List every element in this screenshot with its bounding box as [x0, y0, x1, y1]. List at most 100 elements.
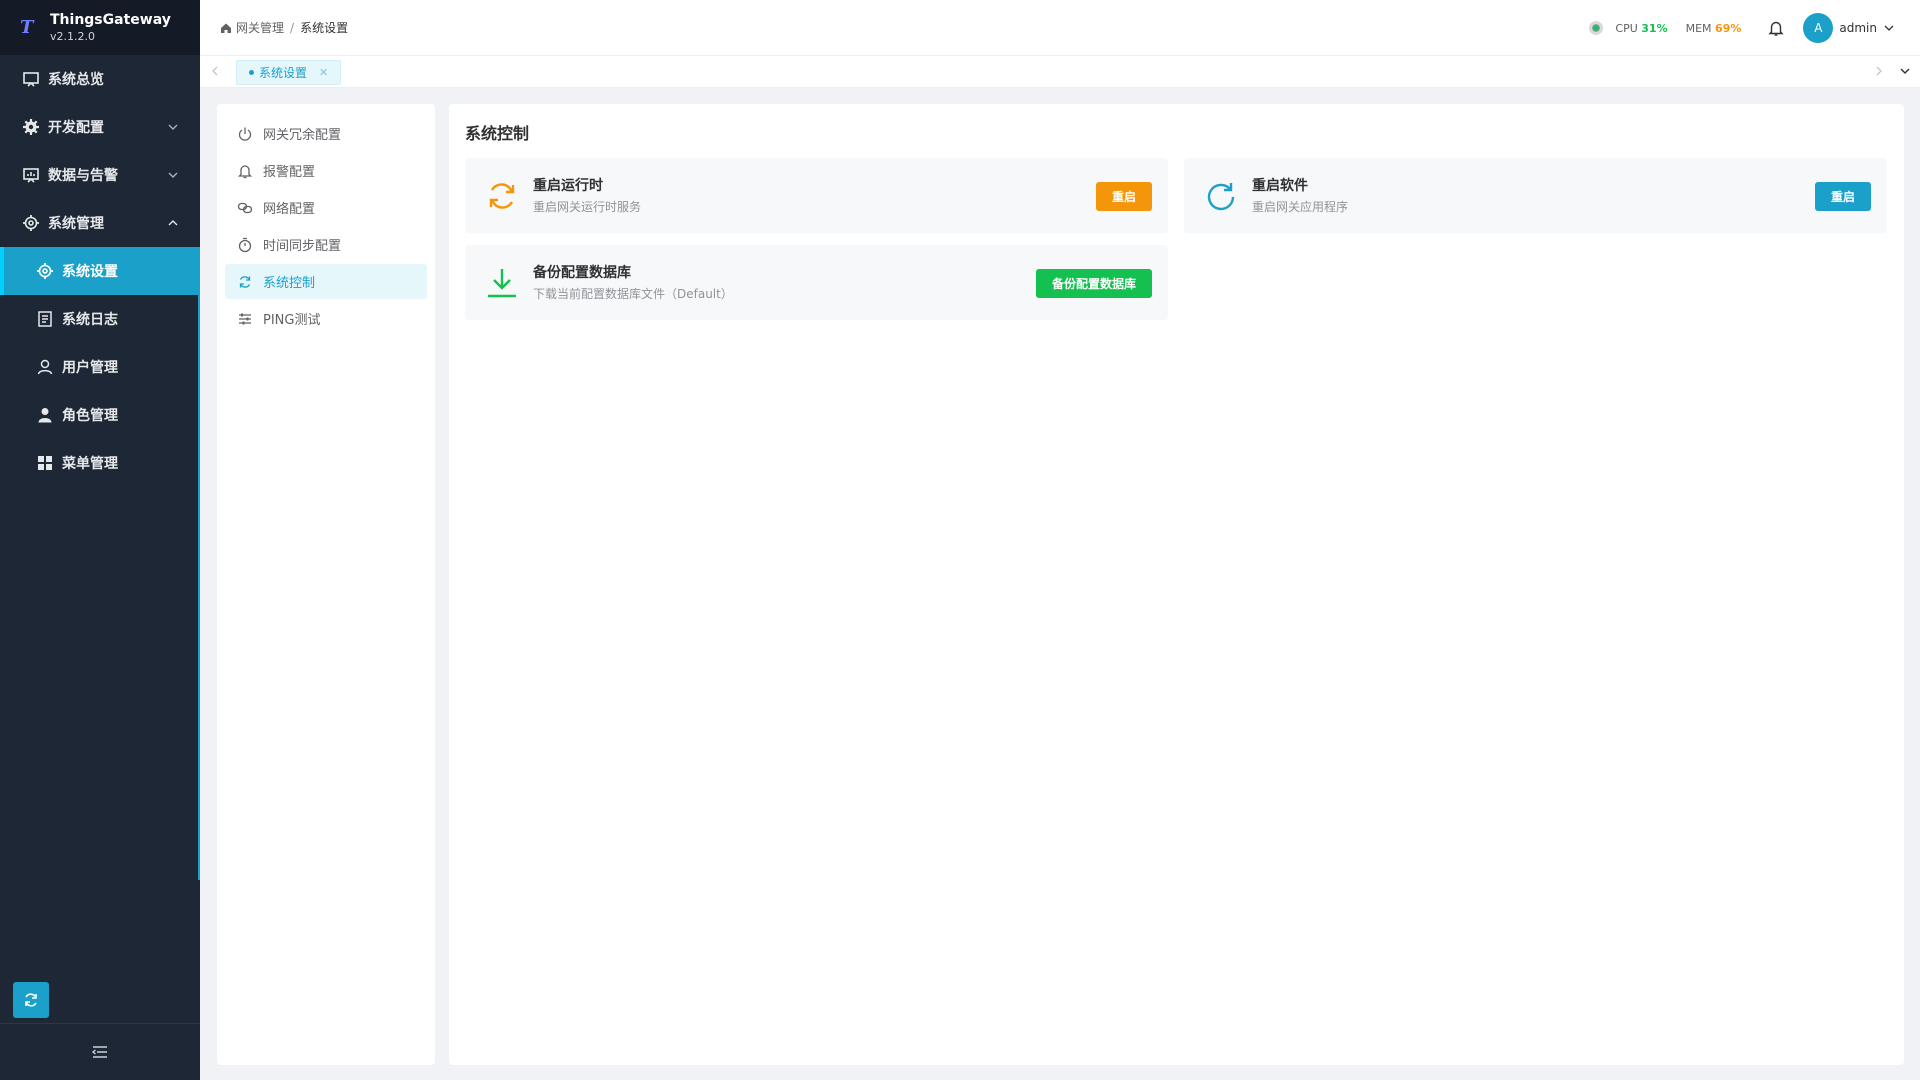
sidebar-item-user-admin[interactable]: 用户管理: [0, 343, 200, 391]
restart-software-button[interactable]: 重启: [1814, 182, 1871, 211]
person-icon: [36, 406, 54, 424]
panel-title: 系统控制: [465, 124, 530, 143]
sync-icon: [239, 275, 251, 288]
settings-nav-label: 网关冗余配置: [263, 128, 342, 143]
card-description: 重启网关运行时服务: [533, 199, 642, 214]
settings-nav-system-control[interactable]: 系统控制: [225, 264, 427, 299]
header-right: CPU 31% MEM 69% A admin: [1589, 0, 1895, 56]
sidebar-item-label: 开发配置: [48, 120, 104, 136]
restart-runtime-card: 重启运行时 重启网关运行时服务 重启: [465, 158, 1168, 233]
menu-fold-icon: [92, 1046, 107, 1058]
tab-bar: 系统设置 ✕: [200, 56, 1920, 88]
sidebar-item-dev-config[interactable]: 开发配置: [0, 103, 200, 151]
gear-icon: [36, 262, 54, 280]
sliders-icon: [239, 313, 251, 324]
sidebar-item-label: 系统日志: [62, 312, 118, 328]
sidebar-collapse-button[interactable]: [0, 1023, 200, 1080]
chevron-down-icon[interactable]: [1883, 22, 1895, 34]
sidebar-item-overview[interactable]: 系统总览: [0, 55, 200, 103]
settings-nav-network[interactable]: 网络配置: [225, 190, 427, 225]
settings-nav-label: 时间同步配置: [263, 239, 342, 254]
sidebar-item-role-admin[interactable]: 角色管理: [0, 391, 200, 439]
sidebar-item-menu-admin[interactable]: 菜单管理: [0, 439, 200, 487]
chevron-up-icon: [168, 220, 178, 226]
brand[interactable]: T ThingsGateway v2.1.2.0: [0, 0, 200, 55]
settings-nav-label: 网络配置: [263, 202, 316, 217]
sync-icon: [25, 993, 37, 1007]
sidebar-scrollbar[interactable]: [198, 285, 200, 880]
settings-nav-label: PING测试: [263, 313, 321, 328]
sync-icon: [489, 182, 515, 209]
chevron-down-icon: [168, 172, 178, 178]
close-icon[interactable]: ✕: [319, 66, 328, 79]
sidebar-item-label: 数据与告警: [48, 168, 118, 184]
sidebar-item-label: 系统总览: [48, 72, 104, 88]
tab-scroll-left-icon[interactable]: [208, 64, 222, 78]
home-icon: [221, 23, 231, 33]
breadcrumb-item[interactable]: 网关管理: [236, 19, 284, 36]
chevron-down-icon: [168, 124, 178, 130]
sidebar-menu: 系统总览 开发配置 数据与告警 系统管理 系统设置 系统日志 用户管理 角色管理…: [0, 55, 200, 487]
card-description: 重启网关应用程序: [1252, 199, 1349, 214]
sidebar-item-data-alarm[interactable]: 数据与告警: [0, 151, 200, 199]
mem-value: 69%: [1715, 21, 1742, 35]
sidebar-item-label: 系统管理: [48, 216, 104, 232]
mem-metric: MEM 69%: [1686, 22, 1742, 35]
avatar[interactable]: A: [1803, 13, 1834, 43]
sidebar: T ThingsGateway v2.1.2.0 系统总览 开发配置 数据与告警: [0, 0, 200, 1080]
tab-label: 系统设置: [259, 66, 308, 80]
log-icon: [36, 310, 54, 328]
settings-nav-alarm[interactable]: 报警配置: [225, 153, 427, 188]
settings-nav-redundancy[interactable]: 网关冗余配置: [225, 116, 427, 151]
gear-icon: [22, 214, 40, 232]
card-description: 下载当前配置数据库文件（Default）: [533, 286, 733, 301]
sidebar-item-system-log[interactable]: 系统日志: [0, 295, 200, 343]
settings-nav: 网关冗余配置 报警配置 网络配置 时间同步配置 系统控制 PING测试: [217, 104, 435, 1065]
sidebar-item-label: 用户管理: [62, 360, 118, 376]
card-title: 重启运行时: [533, 177, 603, 194]
settings-nav-time-sync[interactable]: 时间同步配置: [225, 227, 427, 262]
top-header: 网关管理 / 系统设置 CPU 31% MEM 69% A admin: [200, 0, 1920, 56]
cpu-value: 31%: [1641, 21, 1668, 35]
grid-icon: [36, 454, 54, 472]
gear-icon: [22, 118, 40, 136]
mem-label: MEM: [1685, 21, 1712, 35]
sidebar-item-label: 角色管理: [62, 408, 118, 424]
control-cards: 重启运行时 重启网关运行时服务 重启 重启软件 重启网关应用程序 重启 备份配置…: [465, 158, 1888, 320]
restart-software-card: 重启软件 重启网关应用程序 重启: [1184, 158, 1887, 233]
settings-nav-ping-test[interactable]: PING测试: [225, 301, 427, 336]
app-version: v2.1.2.0: [50, 29, 95, 43]
stopwatch-icon: [238, 237, 252, 252]
sidebar-item-label: 菜单管理: [62, 456, 118, 472]
breadcrumb-separator: /: [290, 20, 295, 35]
settings-nav-label: 报警配置: [263, 165, 316, 180]
backup-database-button[interactable]: 备份配置数据库: [1035, 269, 1152, 298]
user-name[interactable]: admin: [1839, 21, 1877, 35]
breadcrumb: 网关管理 / 系统设置: [200, 19, 348, 36]
tab-scroll-right-icon[interactable]: [1872, 64, 1886, 78]
refresh-icon: [1207, 182, 1235, 210]
settings-nav-label: 系统控制: [263, 276, 316, 291]
link-icon: [237, 202, 253, 213]
backup-database-card: 备份配置数据库 下载当前配置数据库文件（Default） 备份配置数据库: [465, 245, 1168, 320]
system-control-panel: 系统控制 重启运行时 重启网关运行时服务 重启 重启软件 重启网关应用程序 重启…: [449, 104, 1904, 1065]
card-title: 备份配置数据库: [533, 264, 631, 281]
bell-icon: [237, 164, 253, 178]
user-icon: [36, 358, 54, 376]
sidebar-item-system-admin[interactable]: 系统管理: [0, 199, 200, 247]
monitor-icon: [22, 166, 40, 184]
notification-bell-icon[interactable]: [1767, 19, 1785, 37]
tab-menu-chevron-down-icon[interactable]: [1898, 64, 1912, 78]
status-indicator: [1589, 21, 1604, 35]
logo-icon: T: [20, 16, 34, 38]
app-name: ThingsGateway: [50, 11, 171, 28]
sidebar-item-system-settings[interactable]: 系统设置: [0, 247, 200, 295]
tab-system-settings[interactable]: 系统设置 ✕: [236, 60, 342, 85]
breadcrumb-current: 系统设置: [300, 21, 349, 35]
cpu-label: CPU: [1615, 21, 1638, 35]
power-icon: [238, 127, 252, 141]
sidebar-item-label: 系统设置: [62, 264, 118, 280]
card-title: 重启软件: [1252, 177, 1308, 194]
restart-runtime-button[interactable]: 重启: [1095, 182, 1152, 211]
refresh-button[interactable]: [13, 982, 49, 1018]
